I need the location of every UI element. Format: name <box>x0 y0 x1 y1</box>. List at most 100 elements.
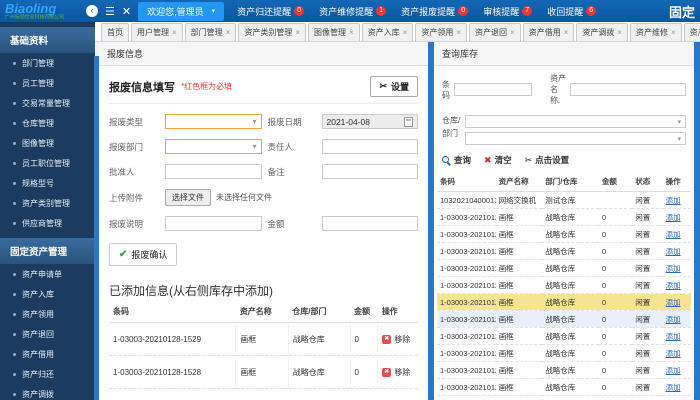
add-link[interactable]: 添加 <box>666 230 681 239</box>
sidebar-item[interactable]: 资产入库 <box>0 284 95 304</box>
sidebar-item[interactable]: 资产领用 <box>0 304 95 324</box>
tab-close-icon[interactable]: × <box>172 28 177 37</box>
sidebar-item[interactable]: 规格型号 <box>0 173 95 193</box>
tab[interactable]: 首页 <box>101 23 129 41</box>
collapse-arrow-icon[interactable]: ‹ <box>86 5 99 17</box>
sidebar-item[interactable]: 供应商管理 <box>0 213 95 233</box>
add-link[interactable]: 添加 <box>666 332 681 341</box>
tab-close-icon[interactable]: × <box>226 28 231 37</box>
table-cell: 1-03003-2021012 <box>437 242 496 260</box>
tab[interactable]: 资产退回 × <box>469 23 521 41</box>
tab-close-icon[interactable]: × <box>295 28 300 37</box>
scrap-date-input[interactable]: 2021-04-08 <box>321 114 418 129</box>
sidebar-item[interactable]: 资产申请单 <box>0 264 95 284</box>
sidebar-scrollbar[interactable] <box>94 56 99 400</box>
table-row[interactable]: 1-03003-2021012画框战略仓库0闲置添加 <box>437 378 691 396</box>
tab[interactable]: 部门管理 × <box>184 23 237 41</box>
add-link[interactable]: 添加 <box>666 264 681 273</box>
table-row[interactable]: 1-03003-2021012画框战略仓库0闲置添加 <box>437 327 691 345</box>
add-link[interactable]: 添加 <box>666 349 681 358</box>
main-panel-scrollbar[interactable] <box>428 42 434 400</box>
responsible-input[interactable] <box>321 139 418 154</box>
add-link[interactable]: 添加 <box>666 298 681 307</box>
tab[interactable]: 资产借用 × <box>522 23 575 41</box>
sidebar-item[interactable]: 交易常量管理 <box>0 93 95 113</box>
scrap-dept-select[interactable]: ▾ <box>165 139 262 154</box>
tab[interactable]: 图像管理 × <box>308 23 360 41</box>
sidebar-item[interactable]: 资产调拨 <box>0 384 95 400</box>
click-settings-button[interactable]: ✂ 点击设置 <box>525 154 570 166</box>
remove-button[interactable]: ✖ 移除 <box>382 334 410 345</box>
table-row[interactable]: 1-03003-2021012画框战略仓库0闲置添加 <box>437 225 691 243</box>
notification-item[interactable]: 收回提醒 6 <box>547 5 597 18</box>
add-link[interactable]: 添加 <box>666 383 681 392</box>
tab[interactable]: 资产损坏× <box>683 23 700 41</box>
tab[interactable]: 用户管理 × <box>131 23 183 41</box>
inv-warehouse-select[interactable]: ▾ <box>465 115 686 128</box>
notification-item[interactable]: 审核提醒 7 <box>483 5 533 18</box>
add-link[interactable]: 添加 <box>666 196 681 205</box>
settings-button[interactable]: ✂ 设置 <box>370 76 418 97</box>
right-panel-scrollbar[interactable] <box>694 42 700 400</box>
description-input[interactable] <box>165 216 262 231</box>
tab[interactable]: 资产入库 × <box>361 23 414 41</box>
tab-close-icon[interactable]: × <box>510 28 515 37</box>
table-cell: 闲置 <box>632 191 663 209</box>
table-row[interactable]: 1-03003-2021012画框战略仓库0闲置添加 <box>437 361 691 379</box>
sidebar-item[interactable]: 资产类别管理 <box>0 193 95 213</box>
tab[interactable]: 资产类别管理 × <box>238 23 307 41</box>
notification-item[interactable]: 资产归还提醒 0 <box>237 5 305 18</box>
tab[interactable]: 资产领用 × <box>415 23 468 41</box>
sidebar-item[interactable]: 图像管理 <box>0 133 95 153</box>
table-row[interactable]: 1-03003-2021012画框战略仓库0闲置添加 <box>437 344 691 362</box>
remove-button[interactable]: ✖ 移除 <box>382 367 410 378</box>
scrap-confirm-button[interactable]: ✔ 报废确认 <box>109 243 178 266</box>
table-row[interactable]: 1-03003-2021012画框战略仓库0闲置添加 <box>437 395 691 400</box>
tab-close-icon[interactable]: × <box>671 28 676 37</box>
table-row[interactable]: 1-03003-2021012画框战略仓库0闲置添加 <box>437 310 691 328</box>
table-row[interactable]: 1-03003-2021012画框战略仓库0闲置添加 <box>437 208 691 226</box>
add-link[interactable]: 添加 <box>666 315 681 324</box>
tab-close-icon[interactable]: × <box>456 28 461 37</box>
user-menu[interactable]: 欢迎您,管理员 ▾ <box>138 1 225 21</box>
inv-name-input[interactable] <box>570 83 686 96</box>
menu-icon[interactable]: ☰ <box>105 5 115 18</box>
notification-item[interactable]: 资产报废提醒 0 <box>401 5 469 18</box>
add-link[interactable]: 添加 <box>666 366 681 375</box>
table-row[interactable]: 1-03003-2021012画框战略仓库0闲置添加 <box>437 259 691 277</box>
close-icon[interactable]: ✕ <box>122 5 131 18</box>
notification-label: 资产归还提醒 <box>237 6 292 17</box>
sidebar-item[interactable]: 仓库管理 <box>0 113 95 133</box>
tab-close-icon[interactable]: × <box>349 28 354 37</box>
sidebar-item-label: 供应商管理 <box>22 218 62 228</box>
sidebar-item[interactable]: 资产归还 <box>0 364 95 384</box>
inv-dept-select[interactable]: ▾ <box>465 132 686 145</box>
sidebar-item[interactable]: 资产借用 <box>0 344 95 364</box>
approver-input[interactable] <box>165 164 262 179</box>
add-link[interactable]: 添加 <box>666 247 681 256</box>
clear-button[interactable]: ✖ 清空 <box>484 154 512 166</box>
remark-input[interactable] <box>321 164 418 179</box>
sidebar-item[interactable]: 资产退回 <box>0 324 95 344</box>
search-button[interactable]: 查询 <box>442 154 471 166</box>
tab-close-icon[interactable]: × <box>403 28 408 37</box>
amount-input[interactable] <box>321 216 418 231</box>
add-link[interactable]: 添加 <box>666 213 681 222</box>
table-row[interactable]: 1-03003-2021012画框战略仓库0闲置添加 <box>437 293 691 311</box>
tab-close-icon[interactable]: × <box>617 28 622 37</box>
sidebar-item[interactable]: 员工职位管理 <box>0 153 95 173</box>
tab[interactable]: 资产维修 × <box>630 23 682 41</box>
add-link[interactable]: 添加 <box>666 281 681 290</box>
table-row[interactable]: 10320210400013 网络交换机 测试仓库 闲置 添加 <box>437 191 691 209</box>
tab-close-icon[interactable]: × <box>564 28 569 37</box>
notification-item[interactable]: 资产维修提醒 1 <box>319 5 387 18</box>
scrap-type-select[interactable]: ▾ <box>165 114 262 129</box>
sidebar-item[interactable]: 部门管理 <box>0 53 95 73</box>
sidebar-item[interactable]: 员工管理 <box>0 73 95 93</box>
choose-file-button[interactable]: 选择文件 <box>165 189 211 206</box>
calendar-icon[interactable] <box>404 116 413 127</box>
tab[interactable]: 资产调拨 × <box>576 23 629 41</box>
inv-barcode-input[interactable] <box>454 83 532 96</box>
table-row[interactable]: 1-03003-2021012画框战略仓库0闲置添加 <box>437 242 691 260</box>
table-row[interactable]: 1-03003-2021012画框战略仓库0闲置添加 <box>437 276 691 294</box>
